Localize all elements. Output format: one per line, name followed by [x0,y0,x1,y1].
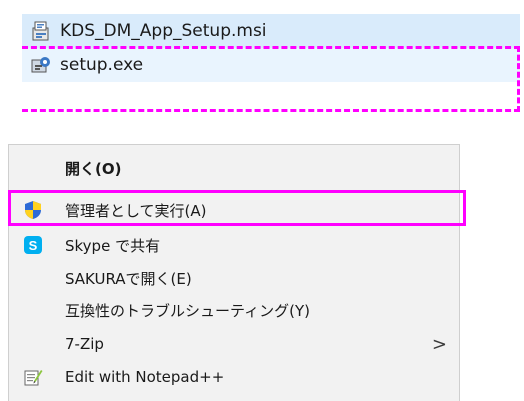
file-list: KDS_DM_App_Setup.msi setup.exe [22,14,520,82]
menu-item-run-as-admin[interactable]: 管理者として実行(A) [9,194,459,226]
file-name: setup.exe [60,54,144,75]
file-row-setup-exe[interactable]: setup.exe [22,48,520,82]
setup-exe-icon [30,54,52,76]
menu-item-open-sakura[interactable]: SAKURAで開く(E) [9,262,459,294]
skype-icon-glyph: S [24,236,42,254]
shield-icon [23,200,43,220]
menu-item-open[interactable]: 開く(O) [9,152,459,184]
menu-item-label: 互換性のトラブルシューティング(Y) [65,301,310,320]
menu-item-edit-notepadpp[interactable]: Edit with Notepad++ [9,361,459,393]
menu-item-share-skype[interactable]: S Skype で共有 [9,229,459,261]
menu-item-troubleshoot-compat[interactable]: 互換性のトラブルシューティング(Y) [9,294,459,326]
menu-item-label: SAKURAで開く(E) [65,269,192,288]
msi-installer-icon [30,20,52,42]
context-menu: 開く(O) 管理者として実行(A) S Skype で共有 SAKURAで開く(… [8,144,460,401]
menu-item-label: Skype で共有 [65,236,161,255]
menu-item-7zip[interactable]: 7-Zip > [9,328,459,360]
screen: KDS_DM_App_Setup.msi setup.exe 開く(O) 管理者… [0,0,524,401]
menu-item-label: 7-Zip [65,335,104,353]
menu-item-label: 開く(O) [65,159,122,178]
chevron-right-icon: > [431,333,447,355]
notepad-plus-plus-icon [23,367,43,387]
menu-item-label: Edit with Notepad++ [65,368,225,386]
file-row-msi[interactable]: KDS_DM_App_Setup.msi [22,14,520,48]
skype-icon: S [23,235,43,255]
menu-item-label: 管理者として実行(A) [65,201,207,220]
file-name: KDS_DM_App_Setup.msi [60,20,267,41]
